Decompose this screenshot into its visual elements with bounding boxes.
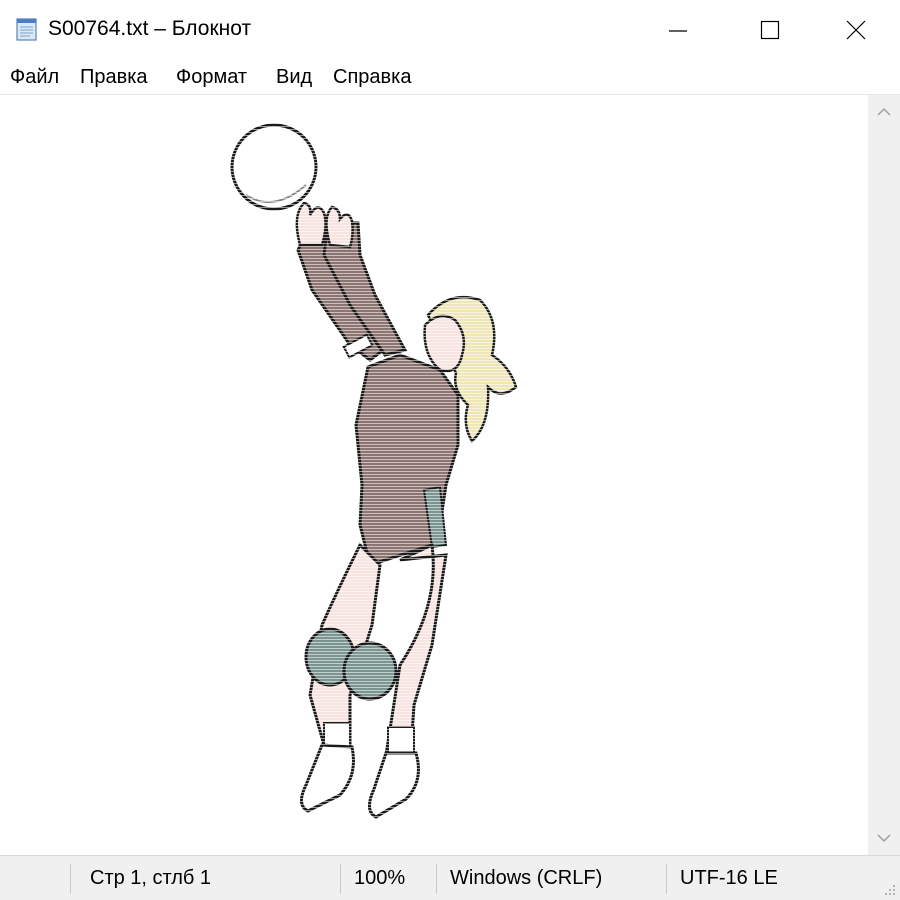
menu-bar: Файл Правка Формат Вид Справка: [0, 60, 900, 94]
resize-grip-icon[interactable]: [882, 882, 896, 896]
notepad-icon: [14, 16, 40, 42]
scroll-down-button[interactable]: [868, 821, 900, 855]
window-title: S00764.txt – Блокнот: [48, 17, 252, 40]
chevron-down-icon: [877, 834, 891, 843]
menu-format[interactable]: Формат: [174, 64, 249, 90]
menu-edit[interactable]: Правка: [78, 64, 150, 90]
menu-file[interactable]: Файл: [8, 64, 61, 90]
status-bar: Стр 1, стлб 1 100% Windows (CRLF) UTF-16…: [0, 855, 900, 900]
status-divider: [70, 864, 71, 894]
status-zoom: 100%: [354, 867, 406, 889]
minimize-icon: [669, 30, 687, 32]
menu-help[interactable]: Справка: [331, 64, 413, 90]
chevron-up-icon: [877, 107, 891, 116]
status-encoding: UTF-16 LE: [680, 867, 778, 889]
close-button[interactable]: [812, 0, 900, 60]
minimize-button[interactable]: [632, 0, 724, 60]
volleyball-player-drawing: [200, 105, 560, 845]
menu-view[interactable]: Вид: [274, 64, 314, 90]
status-position: Стр 1, стлб 1: [90, 867, 212, 889]
text-editor[interactable]: [0, 95, 868, 855]
status-line-endings: Windows (CRLF): [450, 867, 603, 889]
close-icon: [846, 20, 866, 40]
maximize-button[interactable]: [724, 0, 816, 60]
title-bar: S00764.txt – Блокнот: [0, 0, 900, 60]
maximize-icon: [760, 20, 780, 40]
vertical-scrollbar[interactable]: [868, 95, 900, 855]
scroll-up-button[interactable]: [868, 95, 900, 129]
